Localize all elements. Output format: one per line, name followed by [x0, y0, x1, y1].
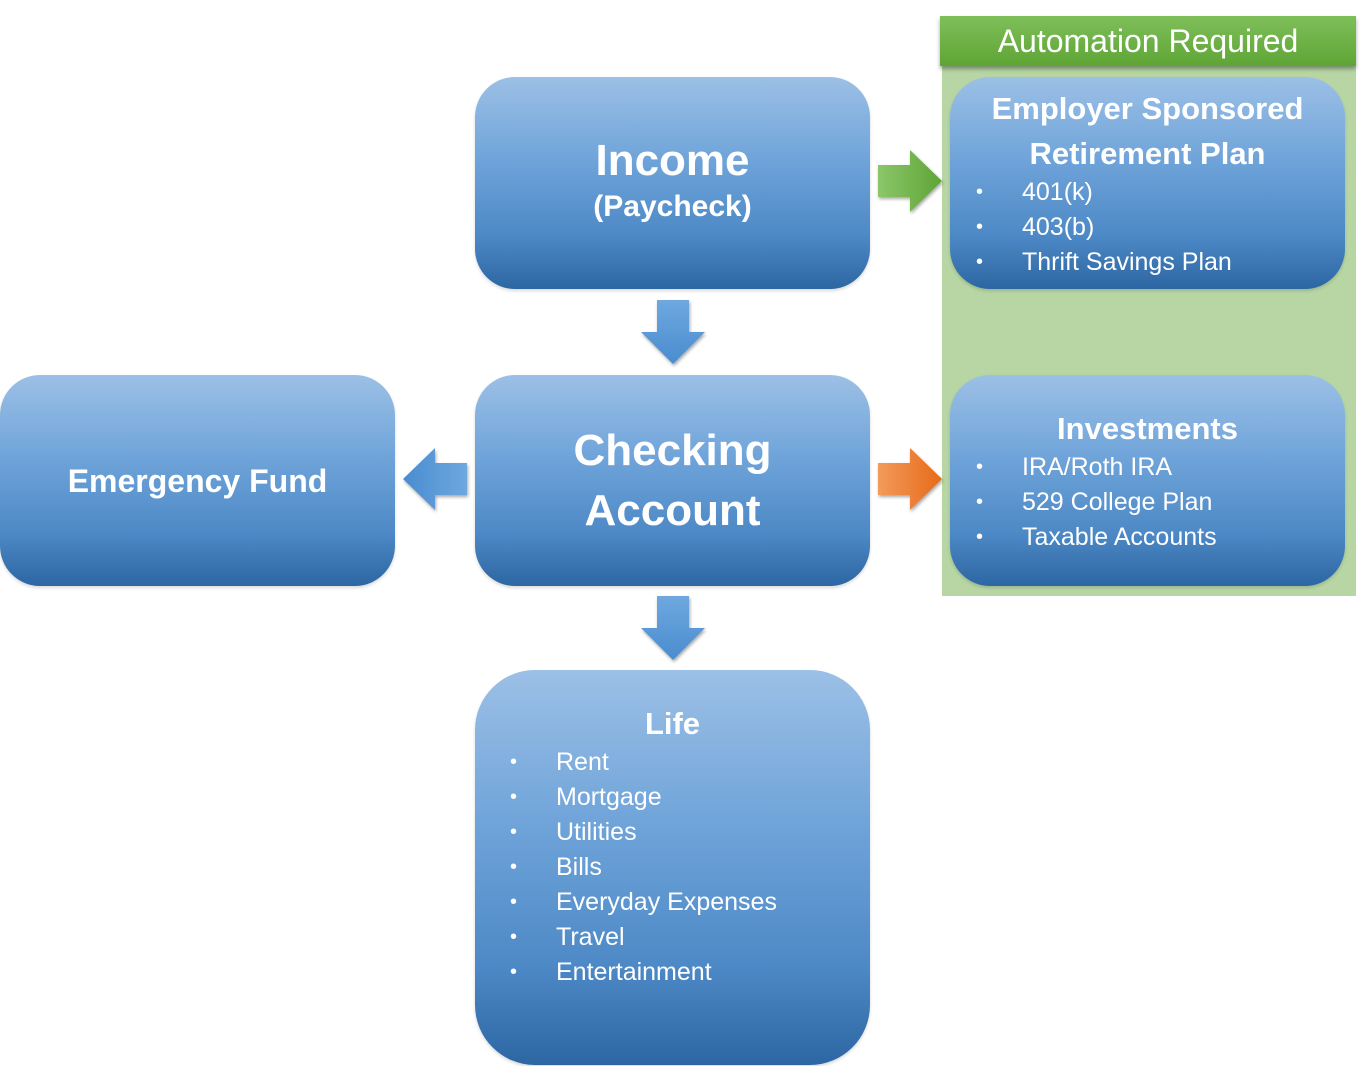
life-box: Life • Rent • Mortgage • Utilities • Bills •… — [475, 670, 870, 1065]
list-item: • Bills — [510, 850, 850, 885]
income-box: Income (Paycheck) — [475, 77, 870, 289]
bullet-icon: • — [510, 856, 518, 878]
list-item: • Utilities — [510, 815, 850, 850]
list-item: • Mortgage — [510, 780, 850, 815]
list-item: • Rent — [510, 745, 850, 780]
arrow-down-icon — [641, 596, 705, 660]
bullet-icon: • — [510, 821, 518, 843]
investments-title: Investments — [1057, 411, 1238, 446]
list-item: • Everyday Expenses — [510, 885, 850, 920]
emergency-fund-title: Emergency Fund — [67, 462, 328, 499]
retirement-title-line1: Employer Sponsored — [991, 91, 1304, 126]
emergency-fund-box: Emergency Fund — [0, 375, 395, 586]
bullet-icon: • — [976, 181, 984, 203]
income-subtitle: (Paycheck) — [593, 190, 752, 223]
arrow-right-icon — [878, 448, 942, 510]
list-item: • Thrift Savings Plan — [976, 245, 1316, 280]
bullet-icon: • — [976, 491, 984, 513]
investments-list: • IRA/Roth IRA • 529 College Plan • Taxable… — [976, 450, 1316, 555]
arrow-down-icon — [641, 300, 705, 364]
bullet-icon: • — [510, 891, 518, 913]
list-item: • Travel — [510, 920, 850, 955]
retirement-list: • 401(k) • 403(b) • Thrift Savings Plan — [976, 175, 1316, 280]
list-item: • 401(k) — [976, 175, 1316, 210]
retirement-title-line2: Retirement Plan — [1029, 136, 1266, 171]
investments-box: Investments • IRA/Roth IRA • 529 College P… — [950, 375, 1345, 586]
retirement-plan-box: Employer Sponsored Retirement Plan • 401(… — [950, 77, 1345, 289]
automation-header-label: Automation Required — [997, 22, 1299, 59]
life-title: Life — [644, 706, 701, 741]
arrow-left-icon — [403, 448, 467, 510]
list-item: • Entertainment — [510, 955, 850, 990]
arrow-shape — [641, 300, 705, 364]
life-list: • Rent • Mortgage • Utilities • Bills • Every… — [510, 745, 850, 990]
arrow-shape — [641, 596, 705, 660]
arrow-shape — [878, 150, 942, 212]
bullet-icon: • — [976, 456, 984, 478]
checking-account-box: Checking Account — [475, 375, 870, 586]
checking-line1: Checking — [573, 425, 772, 475]
income-title: Income — [595, 136, 750, 185]
arrow-shape — [878, 448, 942, 510]
bullet-icon: • — [510, 926, 518, 948]
list-item: • Taxable Accounts — [976, 520, 1316, 555]
bullet-icon: • — [976, 216, 984, 238]
bullet-icon: • — [510, 751, 518, 773]
automation-header: Automation Required — [940, 16, 1356, 66]
checking-line2: Account — [584, 485, 761, 535]
bullet-icon: • — [976, 251, 984, 273]
bullet-icon: • — [510, 786, 518, 808]
list-item: • IRA/Roth IRA — [976, 450, 1316, 485]
list-item: • 403(b) — [976, 210, 1316, 245]
list-item: • 529 College Plan — [976, 485, 1316, 520]
bullet-icon: • — [510, 961, 518, 983]
bullet-icon: • — [976, 526, 984, 548]
arrow-right-icon — [878, 150, 942, 212]
arrow-shape — [403, 448, 467, 510]
